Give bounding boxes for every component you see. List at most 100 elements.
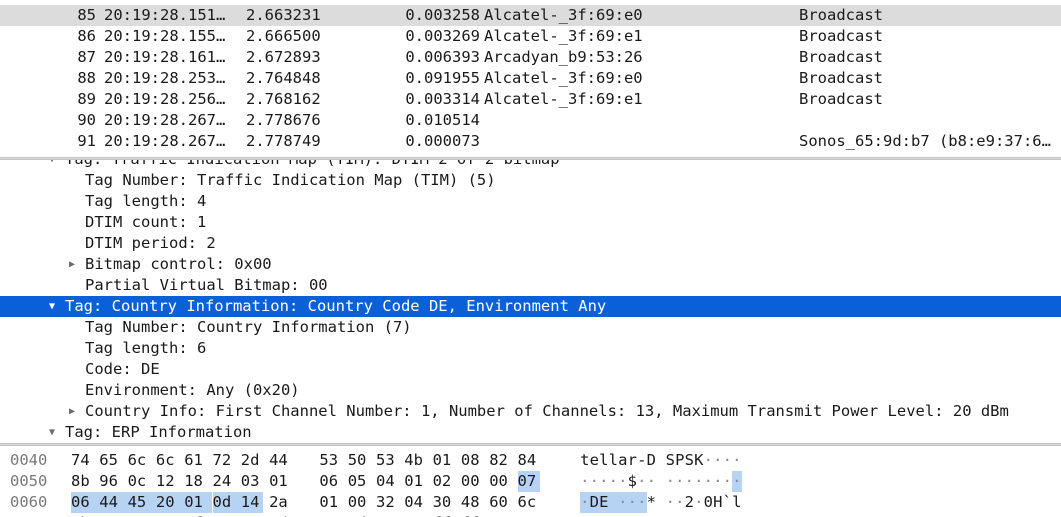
hex-byte[interactable]: 44	[269, 450, 291, 471]
hex-byte[interactable]: ad	[348, 513, 370, 517]
ascii-char[interactable]: ·	[590, 471, 600, 492]
ascii-char[interactable]: ·	[618, 471, 628, 492]
ascii-char[interactable]: ·	[704, 450, 714, 471]
ascii-char[interactable]: H	[713, 492, 723, 513]
ascii-char[interactable]: ·	[580, 471, 590, 492]
hex-byte[interactable]: 65	[99, 450, 121, 471]
detail-tree-row[interactable]: Tag length: 6	[0, 338, 1061, 359]
hex-byte[interactable]: 96	[99, 471, 121, 492]
ascii-char[interactable]: ·	[637, 492, 647, 513]
ascii-char[interactable]: 2	[685, 492, 695, 513]
detail-tree-row[interactable]: ▼ Tag: Country Information: Country Code …	[0, 296, 1061, 317]
hex-byte[interactable]: 0d	[212, 492, 241, 513]
ascii-char[interactable]: e	[590, 450, 600, 471]
ascii-char[interactable]: ·	[599, 471, 609, 492]
ascii-char[interactable]: O	[618, 513, 628, 517]
hex-byte[interactable]: 44	[99, 492, 128, 513]
hex-byte[interactable]: 2d	[241, 450, 263, 471]
detail-tree-row[interactable]: Partial Virtual Bitmap: 00	[0, 275, 1061, 296]
hex-byte[interactable]: 8b	[71, 471, 93, 492]
packet-row[interactable]: 89 20:19:28.256… 2.768162 0.003314 Alcatel-_…	[0, 89, 1061, 110]
hex-byte[interactable]: 01	[319, 492, 341, 513]
hex-byte[interactable]: 18	[184, 471, 206, 492]
detail-tree-row[interactable]: DTIM count: 1	[0, 212, 1061, 233]
hex-byte[interactable]: 00	[128, 513, 150, 517]
hex-byte[interactable]: 04	[404, 492, 426, 513]
ascii-char[interactable]: ·	[627, 492, 637, 513]
hex-byte[interactable]: 01	[269, 471, 291, 492]
ascii-char[interactable]: ·	[647, 471, 657, 492]
ascii-char[interactable]: ·	[666, 471, 676, 492]
hex-byte[interactable]: 00	[241, 513, 263, 517]
expanded-arrow-icon[interactable]: ▼	[45, 160, 59, 170]
hex-byte[interactable]: 0b	[71, 513, 93, 517]
hex-byte[interactable]: 4f	[184, 513, 206, 517]
ascii-char[interactable]: ·	[599, 513, 609, 517]
detail-tree-row[interactable]: ▼ Tag: ERP Information	[0, 422, 1061, 443]
hex-byte[interactable]: 48	[461, 492, 483, 513]
detail-tree-row[interactable]: DTIM period: 2	[0, 233, 1061, 254]
detail-tree-row[interactable]: Tag length: 4	[0, 191, 1061, 212]
ascii-char[interactable]: ·	[685, 513, 695, 517]
ascii-char[interactable]: ·	[666, 492, 676, 513]
packet-details-tree[interactable]: ▼ Tag: Traffic Indication Map (TIM): DTIM…	[0, 160, 1061, 443]
detail-tree-row[interactable]: ▶ Bitmap control: 0x00	[0, 254, 1061, 275]
ascii-char[interactable]: ·	[675, 471, 685, 492]
collapsed-arrow-icon[interactable]: ▶	[65, 401, 79, 422]
ascii-char[interactable]: ·	[609, 471, 619, 492]
ascii-char[interactable]: ·	[628, 513, 638, 517]
bytes-row[interactable]: 0060 06 44 45 20 01 0d 14 2a 01 00 32 04 30 48 60 6c · D E …	[0, 492, 1061, 513]
packet-row[interactable]: 88 20:19:28.253… 2.764848 0.091955 Alcatel-_…	[0, 68, 1061, 89]
ascii-char[interactable]: E	[599, 492, 609, 513]
ascii-char[interactable]: r	[628, 450, 638, 471]
ascii-char[interactable]: ·	[666, 513, 676, 517]
packet-row[interactable]: 91 20:19:28.267… 2.778749 0.000073 Sonos_65:…	[0, 131, 1061, 152]
hex-byte[interactable]: 2d	[269, 513, 291, 517]
ascii-char[interactable]: ·	[723, 513, 733, 517]
ascii-char[interactable]: l	[599, 450, 609, 471]
hex-byte[interactable]: 82	[489, 450, 511, 471]
packet-row[interactable]: 87 20:19:28.161… 2.672893 0.006393 Arcadyan_…	[0, 47, 1061, 68]
hex-byte[interactable]: 08	[461, 450, 483, 471]
hex-byte[interactable]: 00	[489, 513, 511, 517]
hex-byte[interactable]: 45	[127, 492, 156, 513]
ascii-char[interactable]: S	[685, 450, 695, 471]
ascii-char[interactable]: *	[647, 492, 657, 513]
hex-byte[interactable]: 02	[433, 471, 455, 492]
ascii-char[interactable]: ·	[704, 513, 714, 517]
hex-byte[interactable]: 01	[404, 471, 426, 492]
hex-byte[interactable]: 04	[376, 471, 398, 492]
ascii-char[interactable]: ·	[580, 492, 590, 513]
hex-byte[interactable]: 2a	[269, 492, 291, 513]
hex-byte[interactable]: 00	[156, 513, 178, 517]
packet-row[interactable]: 86 20:19:28.155… 2.666500 0.003269 Alcatel-_…	[0, 26, 1061, 47]
ascii-char[interactable]: ·	[590, 513, 600, 517]
hex-byte[interactable]: 6c	[128, 450, 150, 471]
expanded-arrow-icon[interactable]: ▼	[45, 296, 59, 317]
ascii-char[interactable]: l	[609, 450, 619, 471]
hex-byte[interactable]: 00	[461, 471, 483, 492]
hex-byte[interactable]: 00	[348, 492, 370, 513]
ascii-char[interactable]: ·	[637, 513, 647, 517]
hex-byte[interactable]: 84	[518, 450, 540, 471]
bytes-row[interactable]: 00700b0500004f00002d1aad0903ffff0000····…	[0, 513, 1061, 517]
hex-byte[interactable]: 05	[348, 471, 370, 492]
detail-tree-row[interactable]: Environment: Any (0x20)	[0, 380, 1061, 401]
packet-row[interactable]: 90 20:19:28.267… 2.778676 0.010514	[0, 110, 1061, 131]
ascii-char[interactable]: ·	[723, 471, 733, 492]
ascii-char[interactable]: S	[666, 450, 676, 471]
hex-byte[interactable]: 07	[517, 471, 540, 492]
ascii-char[interactable]	[608, 492, 618, 513]
ascii-char[interactable]: ·	[694, 513, 704, 517]
hex-byte[interactable]: 32	[376, 492, 398, 513]
packet-row[interactable]: 85 20:19:28.151… 2.663231 0.003258 Alcatel-_…	[0, 5, 1061, 26]
ascii-char[interactable]: D	[589, 492, 599, 513]
hex-byte[interactable]: 09	[376, 513, 398, 517]
detail-tree-row[interactable]: Tag Number: Traffic Indication Map (TIM)…	[0, 170, 1061, 191]
ascii-char[interactable]: ·	[713, 471, 723, 492]
ascii-char[interactable]: $	[628, 471, 638, 492]
hex-byte[interactable]: 0c	[128, 471, 150, 492]
ascii-char[interactable]: ·	[694, 471, 704, 492]
hex-byte[interactable]: 00	[489, 471, 511, 492]
bytes-row[interactable]: 0050 8b 96 0c 12 18 24 03 01 06 05 04 01 02 00 00 07 · · · ·…	[0, 471, 1061, 492]
